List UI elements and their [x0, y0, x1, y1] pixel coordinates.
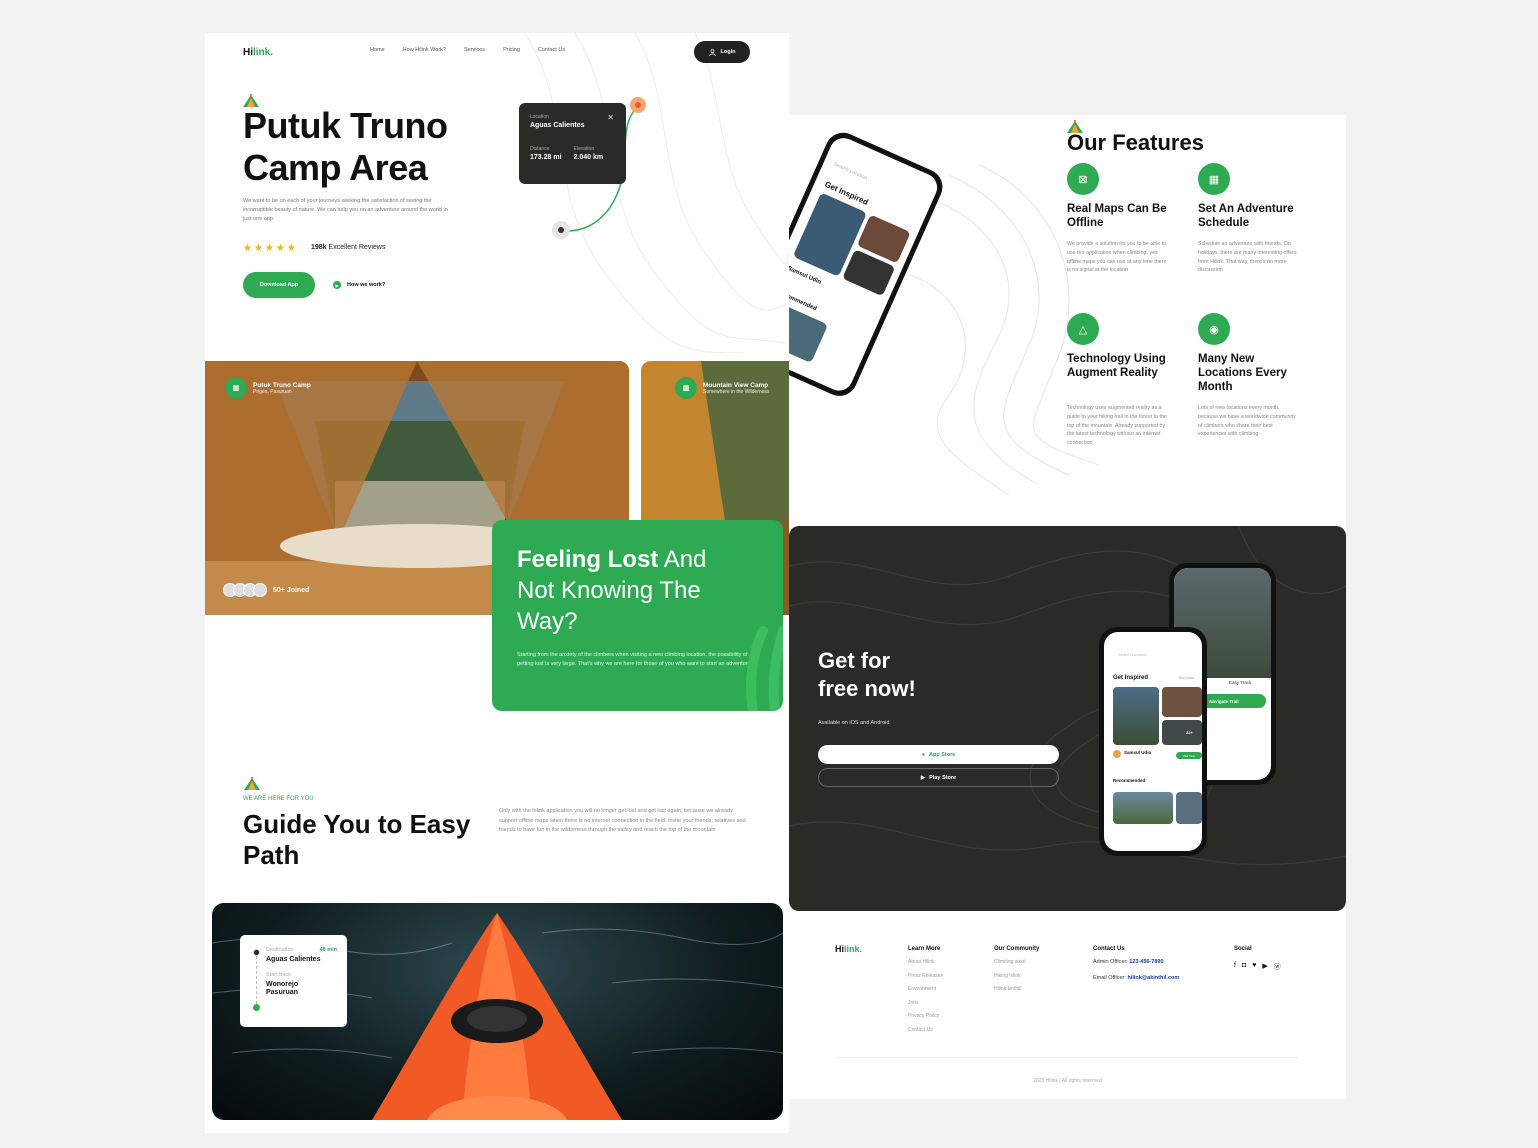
get-app-section: Get for free now! Available on iOS and A…: [789, 526, 1346, 911]
hero-description: We want to be on each of your journeys s…: [243, 198, 448, 222]
joined-indicator: 50+ Joined: [223, 583, 309, 597]
footer-social: Social: [1234, 946, 1252, 952]
start-dot: [253, 949, 260, 956]
footer-link[interactable]: About Hilink: [908, 959, 943, 965]
feature-title-ar: Technology Using Augment Reality: [1067, 353, 1166, 379]
feature-desc-ar: Technology uses augmented reality as a g…: [1067, 405, 1167, 447]
user-icon: [708, 48, 716, 56]
logo[interactable]: Hilink.: [243, 47, 273, 58]
phone-mockup-front: Search Location Get Inspired See more 22…: [1099, 627, 1207, 856]
footer-link[interactable]: Environment: [908, 986, 943, 992]
footer-link[interactable]: Jobs: [908, 1000, 943, 1006]
youtube-icon[interactable]: ▶: [1262, 962, 1267, 972]
instagram-icon[interactable]: ◘: [1242, 962, 1246, 972]
feature-title-locations: Many New Locations Every Month: [1198, 353, 1287, 393]
guide-description: Only with the hilink application you wil…: [499, 808, 746, 833]
close-icon[interactable]: ✕: [607, 113, 614, 122]
destination-card: Destination 48 min Aguas Calientes Start …: [240, 935, 347, 1027]
location-icon: ◉: [1198, 313, 1230, 345]
topo-lines: [524, 33, 789, 353]
footer-link[interactable]: Contact Us: [908, 1027, 943, 1033]
cta-title: Get for free now!: [818, 648, 916, 701]
nav-how-it-works[interactable]: How Hilink Work?: [403, 47, 446, 53]
email-link[interactable]: hilink@akinthil.com: [1127, 975, 1179, 981]
feature-desc-locations: Lots of new locations every month, becau…: [1198, 405, 1296, 438]
camp-badge-mountain[interactable]: ▥ Mountain View Camp Somewhere in the Wil…: [675, 377, 769, 399]
feature-title-offline: Real Maps Can Be Offline: [1067, 203, 1167, 229]
play-icon: ▶: [333, 281, 341, 289]
camp-tent-icon: [244, 777, 260, 790]
guide-tag: WE ARE HERE FOR YOU: [243, 796, 314, 802]
hero-title: Putuk Truno Camp Area: [243, 105, 448, 188]
reviews-text: 198k Excellent Reviews: [311, 244, 386, 251]
footer-logo[interactable]: Hilink.: [835, 944, 862, 954]
map-icon: ▥: [675, 377, 697, 399]
guide-title: Guide You to Easy Path: [243, 809, 471, 870]
top-nav: Home How Hilink Work? Services Pricing C…: [370, 47, 565, 53]
footer-divider: [835, 1057, 1299, 1058]
play-store-icon: ▶: [920, 774, 926, 781]
landing-left-panel: Hilink. Home How Hilink Work? Services P…: [205, 33, 789, 1133]
cta-availability: Available on iOS and Android: [818, 720, 890, 726]
facebook-icon[interactable]: f: [1234, 962, 1236, 972]
footer-link[interactable]: Climbing xixixi: [994, 959, 1039, 965]
avatar: [253, 583, 267, 597]
phone-link[interactable]: 123-456-7890: [1129, 959, 1163, 965]
feature-desc-schedule: Schedule an adventure with friends. On h…: [1198, 241, 1297, 274]
map-icon: ▥: [225, 377, 247, 399]
tech-icon: △: [1067, 313, 1099, 345]
footer-link[interactable]: Privacy Policy: [908, 1013, 943, 1019]
rating-stars: ★★★★★: [243, 243, 298, 254]
nav-home[interactable]: Home: [370, 47, 385, 53]
map-icon: ⊠: [1067, 163, 1099, 195]
login-button[interactable]: Login: [694, 41, 750, 63]
footer-community: Our Community Climbing xixixi Hiking hil…: [994, 946, 1040, 992]
calendar-icon: ▦: [1198, 163, 1230, 195]
footer-link[interactable]: Hilink kinthill: [994, 986, 1039, 992]
footer-link[interactable]: Press Releases: [908, 973, 943, 979]
end-dot: [253, 1004, 260, 1011]
kayak-image: Destination 48 min Aguas Calientes Start …: [212, 903, 783, 1120]
footer-contact: Contact Us Admin Officer: 123-456-7890 E…: [1093, 946, 1180, 981]
feature-desc-offline: We provide a solution for you to be able…: [1067, 241, 1167, 274]
feeling-lost-card: Feeling Lost And Not Knowing The Way? St…: [492, 520, 783, 711]
feature-title-schedule: Set An Adventure Schedule: [1198, 203, 1294, 229]
app-store-button[interactable]: ● App Store: [818, 745, 1059, 764]
features-title: Our Features: [1067, 130, 1204, 155]
twitter-icon[interactable]: ♥: [1252, 962, 1256, 972]
wordpress-icon[interactable]: ⓦ: [1274, 962, 1281, 972]
nav-contact[interactable]: Contact Us: [538, 47, 565, 53]
location-card: ✕ Location Aguas Calientes Distance 173.2…: [519, 103, 626, 184]
avatar-group: [223, 583, 267, 597]
camp-badge-putuk[interactable]: ▥ Putuk Truno Camp Prigen, Pasuruan: [225, 377, 311, 399]
nav-pricing[interactable]: Pricing: [503, 47, 520, 53]
nav-services[interactable]: Services: [464, 47, 485, 53]
play-store-button[interactable]: ▶ Play Store: [818, 768, 1059, 787]
footer-link[interactable]: Hiking hilink: [994, 973, 1039, 979]
how-we-work-button[interactable]: ▶ How we work?: [333, 281, 385, 289]
copyright: 2023 Hilink | All rights reserved: [1033, 1078, 1102, 1084]
landing-right-panel: Search Location Get Inspired Samsul Udin…: [789, 115, 1346, 1099]
download-app-button[interactable]: Download App: [243, 272, 315, 298]
footer-learn-more: Learn More About Hilink Press Releases E…: [908, 946, 944, 1033]
social-icons: f ◘ ♥ ▶ ⓦ: [1234, 962, 1281, 972]
apple-icon: ●: [921, 751, 926, 758]
